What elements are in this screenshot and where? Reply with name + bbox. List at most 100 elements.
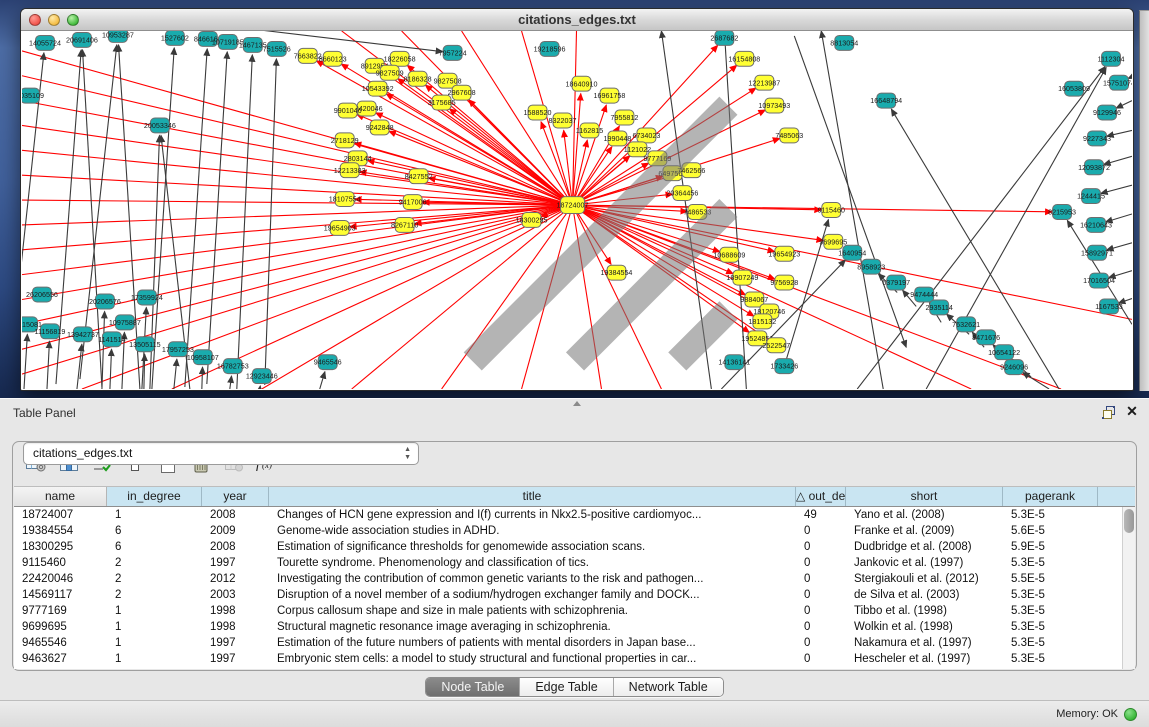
table-cell: 9465546 — [14, 635, 107, 651]
table-cell: 0 — [796, 587, 846, 603]
table-cell: 9777169 — [14, 603, 107, 619]
table-cell: 19384554 — [14, 523, 107, 539]
table-select-value: citations_edges.txt — [33, 446, 132, 460]
table-row[interactable]: 1830029562008Estimation of significance … — [14, 539, 1135, 555]
column-header-short[interactable]: short — [846, 487, 1003, 506]
column-header-out_de[interactable]: △ out_de... — [796, 487, 846, 506]
table-cell: Estimation of the future numbers of pati… — [269, 635, 796, 651]
table-cell: 0 — [796, 635, 846, 651]
scrollbar-thumb[interactable] — [1124, 509, 1134, 533]
tab-network-table[interactable]: Network Table — [614, 678, 723, 696]
column-header-title[interactable]: title — [269, 487, 796, 506]
table-cell: 9463627 — [14, 651, 107, 667]
network-window[interactable]: citations_edges.txt 18724007140557242069… — [20, 8, 1134, 391]
table-cell: 1998 — [202, 603, 269, 619]
table-row[interactable]: 1938455462009Genome-wide association stu… — [14, 523, 1135, 539]
table-cell: 2 — [107, 571, 202, 587]
table-cell: 1 — [107, 603, 202, 619]
node-table: namein_degreeyeartitle△ out_de...shortpa… — [14, 486, 1135, 669]
table-cell: Embryonic stem cells: a model to study s… — [269, 651, 796, 667]
table-cell: 1998 — [202, 619, 269, 635]
table-cell: Hescheler et al. (1997) — [846, 651, 1003, 667]
table-row[interactable]: 946362711997Embryonic stem cells: a mode… — [14, 651, 1135, 667]
table-tabs-bar: Node TableEdge TableNetwork Table — [0, 677, 1149, 699]
window-resize-grip-icon[interactable] — [22, 31, 1130, 387]
table-cell: 1997 — [202, 555, 269, 571]
table-cell: Structural magnetic resonance image aver… — [269, 619, 796, 635]
table-row[interactable]: 969969511998Structural magnetic resonanc… — [14, 619, 1135, 635]
table-cell: Corpus callosum shape and size in male p… — [269, 603, 796, 619]
table-cell: Estimation of significance thresholds fo… — [269, 539, 796, 555]
tab-edge-table[interactable]: Edge Table — [520, 678, 613, 696]
table-cell: Dudbridge et al. (2008) — [846, 539, 1003, 555]
column-header-in_degree[interactable]: in_degree — [107, 487, 202, 506]
table-cell: 2003 — [202, 587, 269, 603]
table-row[interactable]: 946554611997Estimation of the future num… — [14, 635, 1135, 651]
table-cell: 2 — [107, 587, 202, 603]
memory-status-indicator[interactable] — [1124, 708, 1137, 721]
table-cell: 18724007 — [14, 507, 107, 523]
float-panel-icon[interactable] — [1101, 405, 1117, 421]
network-canvas[interactable]: 1872400714055724206914061095328715276028… — [22, 31, 1132, 389]
table-row[interactable]: 1872400712008Changes of HCN gene express… — [14, 507, 1135, 523]
table-header-row: namein_degreeyeartitle△ out_de...shortpa… — [14, 487, 1135, 507]
close-panel-icon[interactable]: ✕ — [1124, 403, 1140, 419]
table-cell: 49 — [796, 507, 846, 523]
table-cell: 1 — [107, 651, 202, 667]
table-cell: Disruption of a novel member of a sodium… — [269, 587, 796, 603]
table-cell: 9115460 — [14, 555, 107, 571]
table-cell: 5.3E-5 — [1003, 651, 1098, 667]
panel-title: Table Panel — [13, 406, 76, 420]
table-cell: 22420046 — [14, 571, 107, 587]
table-cell: 0 — [796, 555, 846, 571]
memory-status-label: Memory: OK — [1056, 708, 1118, 720]
column-header-name[interactable]: name — [14, 487, 107, 506]
table-body: 1872400712008Changes of HCN gene express… — [14, 507, 1135, 667]
table-cell: 5.3E-5 — [1003, 507, 1098, 523]
table-cell: 2009 — [202, 523, 269, 539]
dropdown-stepper-icon: ▲▼ — [404, 446, 411, 462]
window-title: citations_edges.txt — [21, 12, 1133, 27]
table-cell: 1997 — [202, 651, 269, 667]
column-header-pagerank[interactable]: pagerank — [1003, 487, 1098, 506]
table-cell: 9699695 — [14, 619, 107, 635]
table-cell: Stergiakouli et al. (2012) — [846, 571, 1003, 587]
table-cell: 0 — [796, 603, 846, 619]
background-panel-edge — [1139, 10, 1149, 391]
table-row[interactable]: 1456911722003Disruption of a novel membe… — [14, 587, 1135, 603]
table-cell: Nakamura et al. (1997) — [846, 635, 1003, 651]
table-cell: 1997 — [202, 635, 269, 651]
table-row[interactable]: 2242004622012Investigating the contribut… — [14, 571, 1135, 587]
table-cell: 2008 — [202, 507, 269, 523]
table-cell: Investigating the contribution of common… — [269, 571, 796, 587]
table-cell: 6 — [107, 523, 202, 539]
table-cell: 0 — [796, 523, 846, 539]
table-cell: Jankovic et al. (1997) — [846, 555, 1003, 571]
table-cell: 0 — [796, 651, 846, 667]
table-cell: Wolkin et al. (1998) — [846, 619, 1003, 635]
column-header-year[interactable]: year — [202, 487, 269, 506]
table-row[interactable]: 977716911998Corpus callosum shape and si… — [14, 603, 1135, 619]
table-cell: 5.3E-5 — [1003, 603, 1098, 619]
table-cell: Tibbo et al. (1998) — [846, 603, 1003, 619]
panel-splitter-handle[interactable] — [570, 400, 582, 407]
table-cell: 2012 — [202, 571, 269, 587]
table-select-dropdown[interactable]: citations_edges.txt ▲▼ — [23, 442, 419, 465]
table-cell: 1 — [107, 507, 202, 523]
tab-node-table[interactable]: Node Table — [426, 678, 520, 696]
table-cell: 14569117 — [14, 587, 107, 603]
table-cell: 6 — [107, 539, 202, 555]
table-cell: Franke et al. (2009) — [846, 523, 1003, 539]
table-cell: 5.3E-5 — [1003, 555, 1098, 571]
table-panel: Table Panel ✕ f(x) citations_edges.txt ▲… — [0, 398, 1149, 727]
status-bar: Memory: OK — [0, 700, 1149, 727]
window-titlebar[interactable]: citations_edges.txt — [21, 9, 1133, 31]
table-cell: 5.9E-5 — [1003, 539, 1098, 555]
table-scrollbar[interactable] — [1122, 507, 1135, 669]
node-table-container: f(x) citations_edges.txt ▲▼ namein_degre… — [12, 441, 1137, 671]
table-row[interactable]: 911546021997Tourette syndrome. Phenomeno… — [14, 555, 1135, 571]
table-cell: 5.5E-5 — [1003, 571, 1098, 587]
table-cell: Tourette syndrome. Phenomenology and cla… — [269, 555, 796, 571]
table-cell: Yano et al. (2008) — [846, 507, 1003, 523]
table-cell: Genome-wide association studies in ADHD. — [269, 523, 796, 539]
